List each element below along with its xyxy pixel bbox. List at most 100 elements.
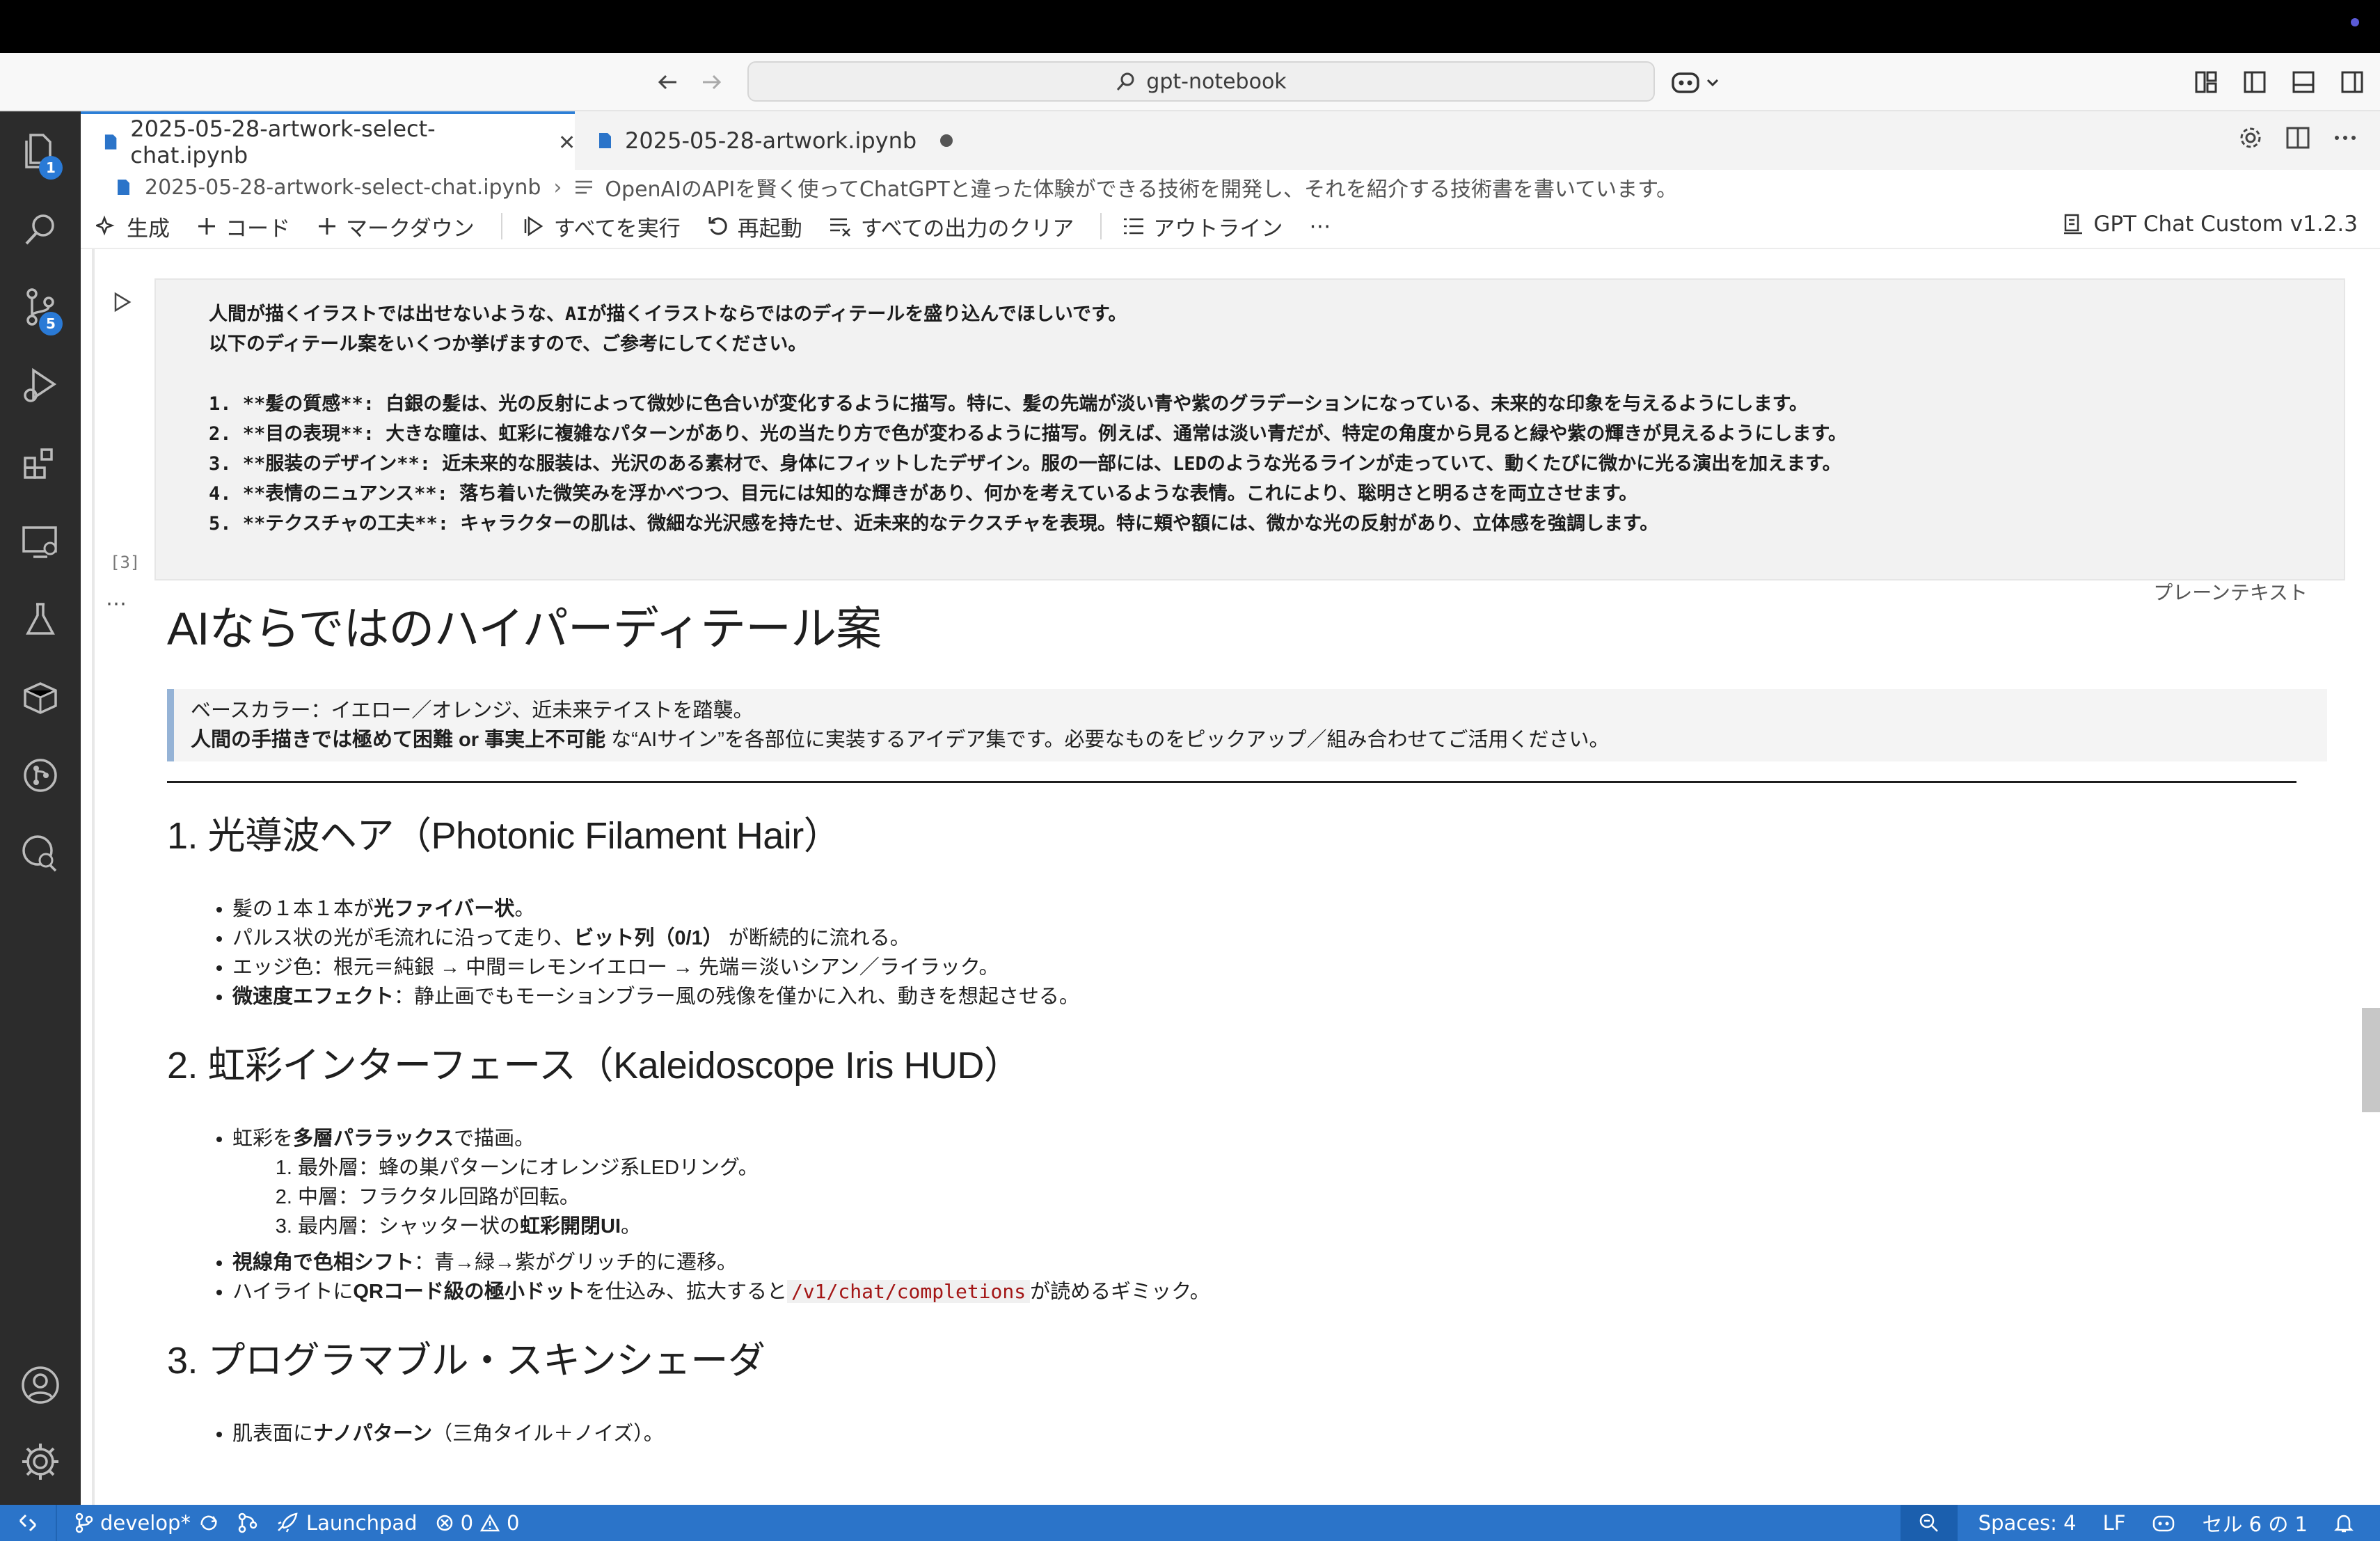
breadcrumb-section[interactable]: OpenAIのAPIを賢く使ってChatGPTと違った体験ができる技術を開発し、… — [605, 172, 1677, 203]
activity-run-debug[interactable] — [0, 351, 81, 420]
chevron-down-icon — [1706, 79, 1719, 87]
activity-git-graph[interactable] — [0, 741, 81, 810]
toolbar-more-button[interactable]: ⋯ — [1309, 214, 1331, 239]
output-text: 人間が描くイラストでは出せないような、AIが描くイラストならではのディテールを盛… — [209, 299, 1847, 539]
git-branch-icon — [75, 1512, 93, 1533]
tab-artwork[interactable]: 2025-05-28-artwork.ipynb — [575, 111, 1034, 170]
rocket-icon — [278, 1512, 298, 1533]
remote-icon — [19, 1514, 37, 1532]
copilot-menu-button[interactable] — [1670, 64, 1720, 100]
breadcrumb: 2025-05-28-artwork-select-chat.ipynb › O… — [81, 170, 2380, 205]
bullet-list: 肌表面にナノパターン（三角タイル＋ノイズ）。 — [167, 1419, 2296, 1448]
output-line: 1. **髪の質感**: 白銀の髪は、光の反射によって微妙に色合いが変化するよう… — [209, 393, 1808, 415]
warning-icon — [480, 1514, 500, 1532]
error-icon — [436, 1515, 452, 1531]
quote-line: ベースカラー：イエロー／オレンジ、近未来テイストを踏襲。 — [191, 700, 754, 722]
output-line: 以下のディテール案をいくつか挙げますので、ご参考にしてください。 — [209, 333, 807, 355]
notebook-settings-button[interactable] — [2237, 124, 2264, 152]
breadcrumb-file[interactable]: 2025-05-28-artwork-select-chat.ipynb — [145, 175, 541, 200]
problems-indicator[interactable]: 0 0 — [436, 1511, 519, 1535]
editor-scrollbar[interactable] — [2362, 1008, 2380, 1112]
toggle-primary-sidebar-button[interactable] — [2239, 67, 2270, 97]
title-bar: gpt-notebook — [0, 53, 2380, 111]
quote-line: 人間の手描きでは極めて困難 or 事実上不可能 な“AIサイン”を各部位に実装す… — [191, 725, 2310, 754]
restart-icon — [708, 217, 727, 235]
close-icon[interactable] — [559, 134, 575, 150]
activity-extensions[interactable] — [0, 429, 81, 498]
toolbar-more-label: ⋯ — [1309, 214, 1331, 239]
activity-source-control[interactable]: 5 — [0, 273, 81, 342]
add-code-cell-button[interactable]: コード — [196, 211, 290, 242]
restart-label: 再起動 — [737, 216, 802, 242]
tab-artwork-select-chat[interactable]: 2025-05-28-artwork-select-chat.ipynb — [81, 111, 575, 170]
zoom-button[interactable] — [1900, 1505, 1958, 1541]
indentation-indicator[interactable]: Spaces: 4 — [1978, 1511, 2077, 1535]
clear-outputs-label: すべての出力のクリア — [860, 216, 1074, 242]
git-graph-icon — [238, 1512, 257, 1533]
output-line: 2. **目の表現**: 大きな瞳は、虹彩に複雑なパターンがあり、光の当たり方で… — [209, 423, 1847, 445]
split-editor-button[interactable] — [2284, 124, 2312, 152]
outline-label: アウトライン — [1153, 216, 1283, 242]
add-markdown-label: マークダウン — [346, 216, 475, 242]
copilot-icon — [2153, 1515, 2175, 1532]
macos-menubar — [0, 0, 2380, 53]
restart-kernel-button[interactable]: 再起動 — [707, 211, 802, 242]
output-line: 4. **表情のニュアンス**: 落ち着いた微笑みを浮かべつつ、目元には知的な輝… — [209, 483, 1638, 505]
eol-indicator[interactable]: LF — [2103, 1511, 2126, 1535]
command-center-search[interactable]: gpt-notebook — [747, 61, 1655, 102]
flask-icon — [26, 603, 55, 635]
section-heading: 3. プログラマブル・スキンシェーダ — [167, 1340, 765, 1382]
add-markdown-cell-button[interactable]: マークダウン — [317, 211, 475, 242]
activity-explorer[interactable]: 1 — [0, 117, 81, 187]
activity-containers[interactable] — [0, 663, 81, 732]
activity-manage[interactable] — [0, 1427, 81, 1496]
ellipsis-icon — [2335, 136, 2356, 140]
clear-outputs-button[interactable]: すべての出力のクリア — [829, 211, 1074, 242]
generate-button[interactable]: 生成 — [96, 211, 170, 242]
toggle-secondary-sidebar-button[interactable] — [2337, 67, 2367, 97]
arrow-left-icon — [658, 74, 676, 90]
bullet-list: 髪の１本１本が光ファイバー状。 パルス状の光が毛流れに沿って走り、ビット列（0/… — [167, 894, 2296, 1011]
clear-all-icon — [830, 218, 850, 237]
launchpad-button[interactable]: Launchpad — [276, 1511, 418, 1535]
remote-indicator[interactable] — [0, 1505, 57, 1541]
layout-grid-icon — [2195, 71, 2217, 93]
extensions-icon — [24, 448, 53, 479]
source-control-graph-button[interactable] — [238, 1512, 257, 1533]
panel-bottom-icon — [2292, 71, 2315, 93]
editor-tab-bar: 2025-05-28-artwork-select-chat.ipynb 202… — [81, 111, 2380, 170]
more-actions-button[interactable] — [2331, 124, 2359, 152]
branch-indicator[interactable]: develop* — [75, 1511, 220, 1535]
run-all-button[interactable]: すべてを実行 — [523, 211, 681, 242]
outline-button[interactable]: アウトライン — [1122, 211, 1283, 242]
toggle-panel-button[interactable] — [2288, 67, 2319, 97]
activity-search[interactable] — [0, 195, 81, 264]
cell-more-button[interactable]: ⋯ — [106, 592, 127, 616]
error-count: 0 — [460, 1511, 474, 1535]
forward-button[interactable] — [695, 65, 728, 99]
activity-timeline[interactable] — [0, 819, 81, 888]
run-all-label: すべてを実行 — [553, 216, 681, 242]
kernel-icon — [2064, 214, 2083, 235]
notebook-file-icon — [118, 180, 129, 195]
sidebar-right-icon — [2341, 71, 2363, 93]
remote-explorer-icon — [22, 526, 57, 558]
cell-indicator[interactable]: セル 6 の 1 — [2202, 1508, 2308, 1538]
output-line: 5. **テクスチャの工夫**: キャラクターの肌は、微細な光沢感を持たせ、近未… — [209, 513, 1659, 535]
customize-layout-button[interactable] — [2191, 67, 2221, 97]
kernel-picker[interactable]: GPT Chat Custom v1.2.3 — [2063, 212, 2358, 237]
activity-remote-explorer[interactable] — [0, 507, 81, 576]
sidebar-left-icon — [2244, 71, 2266, 93]
markdown-section-icon — [576, 180, 593, 194]
activity-accounts[interactable] — [0, 1350, 81, 1420]
run-cell-button[interactable] — [111, 291, 132, 313]
copilot-status-button[interactable] — [2152, 1512, 2175, 1533]
back-button[interactable] — [651, 65, 685, 99]
notifications-button[interactable] — [2334, 1512, 2354, 1533]
activity-testing[interactable] — [0, 585, 81, 654]
search-icon — [1117, 72, 1134, 90]
git-graph-icon — [24, 759, 57, 792]
tab-label: 2025-05-28-artwork-select-chat.ipynb — [130, 116, 436, 168]
generate-label: 生成 — [127, 216, 170, 242]
section-heading: 1. 光導波ヘア（Photonic Filament Hair） — [167, 815, 841, 857]
